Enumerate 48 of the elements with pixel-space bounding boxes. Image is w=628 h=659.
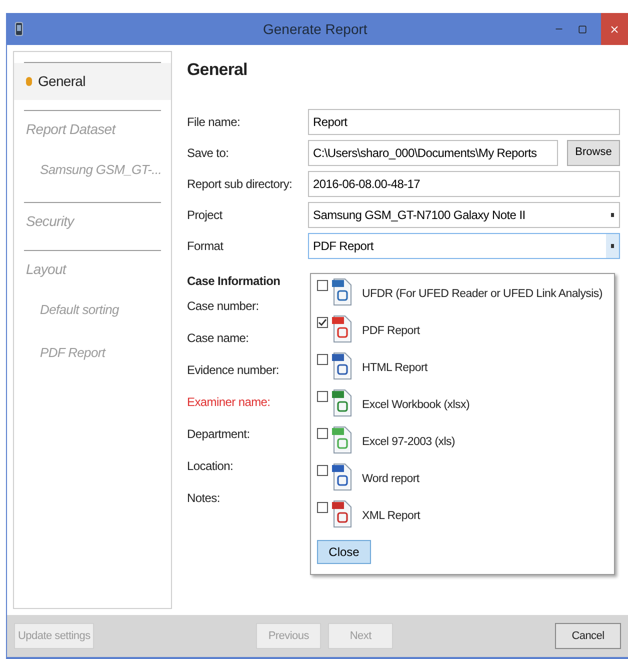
file-icon bbox=[331, 352, 353, 380]
field-label: Examiner name: bbox=[187, 394, 270, 410]
format-option[interactable]: Excel 97-2003 (xls) bbox=[317, 426, 614, 463]
field-label: Report sub directory: bbox=[187, 176, 294, 192]
field-label: Case name: bbox=[187, 330, 249, 346]
file-icon bbox=[331, 500, 353, 528]
checkbox[interactable] bbox=[317, 354, 328, 365]
format-option[interactable]: Word report bbox=[317, 463, 614, 500]
format-option[interactable]: UFDR (For UFED Reader or UFED Link Analysis) bbox=[317, 278, 614, 315]
checkbox[interactable] bbox=[317, 391, 328, 402]
subsection-heading: Case Information bbox=[187, 272, 280, 290]
file-icon bbox=[331, 278, 353, 306]
format-option[interactable]: Excel Workbook (xlsx) bbox=[317, 389, 614, 426]
format-option[interactable]: PDF Report bbox=[317, 315, 614, 352]
close-icon bbox=[609, 24, 620, 34]
dropdown[interactable]: Samsung GSM_GT-N7100 Galaxy Note II bbox=[308, 202, 620, 228]
dropdown[interactable]: PDF Report bbox=[308, 232, 620, 258]
checkbox[interactable] bbox=[317, 428, 328, 439]
section-heading: General bbox=[187, 59, 248, 81]
field-label: Format bbox=[187, 238, 224, 254]
phone-icon bbox=[15, 22, 23, 36]
sidebar-item[interactable]: General bbox=[14, 63, 171, 100]
checkbox[interactable] bbox=[317, 465, 328, 476]
text-field[interactable]: 2016-06-08.00-48-17 bbox=[308, 170, 620, 196]
format-option[interactable]: XML Report bbox=[317, 500, 614, 537]
footer-button[interactable]: Cancel bbox=[555, 623, 621, 649]
text-field[interactable]: Report bbox=[308, 108, 620, 134]
file-icon bbox=[331, 389, 353, 417]
field-label: Project bbox=[187, 206, 224, 224]
field-label: Notes: bbox=[187, 490, 220, 506]
checkbox[interactable] bbox=[317, 280, 328, 291]
field-label: Save to: bbox=[187, 144, 230, 162]
format-option[interactable]: HTML Report bbox=[317, 352, 614, 389]
file-icon bbox=[331, 426, 353, 454]
checkbox[interactable] bbox=[317, 317, 328, 328]
field-label: Evidence number: bbox=[187, 362, 279, 378]
window-title: Generate Report bbox=[263, 20, 368, 39]
checkbox[interactable] bbox=[317, 502, 328, 513]
field-label: Location: bbox=[187, 458, 234, 474]
field-label: Case number: bbox=[187, 298, 259, 314]
path-field[interactable]: C:\Users\sharo_000\Documents\My Reports bbox=[308, 140, 558, 166]
maximize-icon[interactable] bbox=[578, 24, 587, 34]
field-label: File name: bbox=[187, 114, 242, 130]
field-label: Department: bbox=[187, 426, 250, 442]
browse-button[interactable]: Browse bbox=[567, 140, 620, 166]
file-icon bbox=[331, 463, 353, 491]
file-icon bbox=[331, 315, 353, 343]
close-button[interactable]: Close bbox=[317, 540, 371, 564]
